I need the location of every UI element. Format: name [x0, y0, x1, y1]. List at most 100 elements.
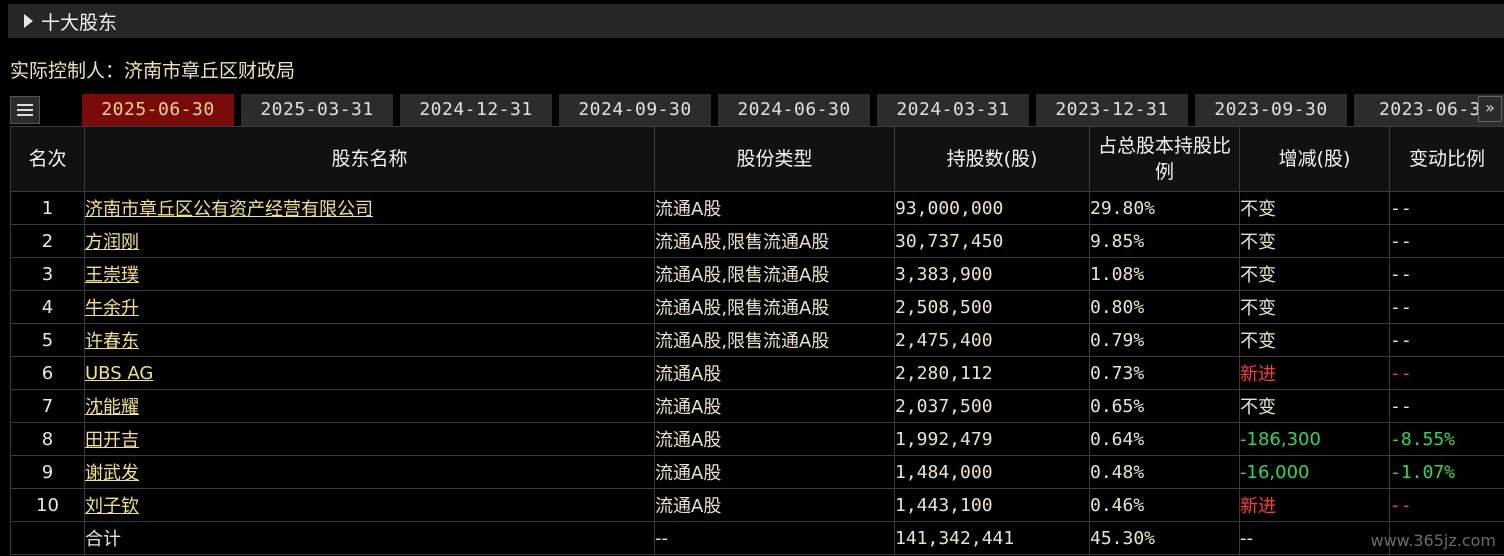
collapse-triangle-icon[interactable] [24, 14, 33, 28]
shareholder-link[interactable]: 许春东 [86, 331, 140, 352]
change-cell: -16,000 [1239, 455, 1390, 489]
share-type-cell: 流通A股,限售流通A股 [654, 323, 895, 357]
rank-cell: 7 [10, 389, 85, 423]
shareholder-link[interactable]: 沈能耀 [86, 397, 140, 418]
rank-cell [10, 521, 85, 555]
shares-held-cell: 2,280,112 [894, 356, 1090, 390]
rank-cell: 1 [10, 191, 85, 225]
top-ten-shareholders-table: 名次 股东名称 股份类型 持股数(股) 占总股本持股比例 增减(股) 变动比例 … [10, 126, 1504, 555]
percentage-cell: 9.85% [1089, 224, 1240, 258]
total-row: 合计 -- 141,342,441 45.30% -- [10, 521, 1504, 555]
shareholder-name-cell: 谢武发 [84, 455, 655, 489]
shareholder-link[interactable]: 济南市章丘区公有资产经营有限公司 [86, 199, 374, 220]
rank-cell: 2 [10, 224, 85, 258]
table-row: 1 济南市章丘区公有资产经营有限公司 流通A股 93,000,000 29.80% 不变 -… [10, 191, 1504, 225]
list-menu-icon[interactable] [10, 96, 40, 124]
change-ratio-cell: -- [1389, 389, 1504, 423]
date-tab[interactable]: 2024-12-31 [400, 94, 552, 126]
date-tab[interactable]: 2023-09-30 [1195, 94, 1347, 126]
shareholder-link[interactable]: 牛余升 [86, 298, 140, 319]
percentage-cell: 0.65% [1089, 389, 1240, 423]
date-tab[interactable]: 2024-09-30 [559, 94, 711, 126]
percentage-cell: 0.79% [1089, 323, 1240, 357]
shareholder-name-cell: UBS AG [84, 356, 655, 390]
header-percentage[interactable]: 占总股本持股比例 [1089, 126, 1240, 192]
table-row: 8 田开吉 流通A股 1,992,479 0.64% -186,300 -8.55% [10, 422, 1504, 456]
shares-held-cell: 2,508,500 [894, 290, 1090, 324]
percentage-cell: 29.80% [1089, 191, 1240, 225]
change-ratio-cell: -- [1389, 290, 1504, 324]
shares-held-cell: 3,383,900 [894, 257, 1090, 291]
table-row: 4 牛余升 流通A股,限售流通A股 2,508,500 0.80% 不变 -- [10, 290, 1504, 324]
total-type-cell: -- [654, 521, 895, 555]
table-row: 2 方润刚 流通A股,限售流通A股 30,737,450 9.85% 不变 -- [10, 224, 1504, 258]
total-change-cell: -- [1239, 521, 1390, 555]
percentage-cell: 0.73% [1089, 356, 1240, 390]
percentage-cell: 1.08% [1089, 257, 1240, 291]
date-tab[interactable]: 2025-03-31 [241, 94, 393, 126]
shares-held-cell: 2,037,500 [894, 389, 1090, 423]
shares-held-cell: 30,737,450 [894, 224, 1090, 258]
table-row: 9 谢武发 流通A股 1,484,000 0.48% -16,000 -1.07% [10, 455, 1504, 489]
share-type-cell: 流通A股,限售流通A股 [654, 290, 895, 324]
share-type-cell: 流通A股,限售流通A股 [654, 257, 895, 291]
header-change[interactable]: 增减(股) [1239, 126, 1390, 192]
rank-cell: 6 [10, 356, 85, 390]
share-type-cell: 流通A股 [654, 488, 895, 522]
change-cell: 新进 [1239, 356, 1390, 390]
shareholder-link[interactable]: 方润刚 [86, 232, 140, 253]
shareholder-name-cell: 济南市章丘区公有资产经营有限公司 [84, 191, 655, 225]
shareholder-link[interactable]: 谢武发 [86, 463, 140, 484]
percentage-cell: 0.48% [1089, 455, 1240, 489]
section-header[interactable]: 十大股东 [8, 4, 1504, 38]
change-ratio-cell: -- [1389, 323, 1504, 357]
rank-cell: 9 [10, 455, 85, 489]
change-ratio-cell: -1.07% [1389, 455, 1504, 489]
date-tab[interactable]: 2024-03-31 [877, 94, 1029, 126]
change-cell: 不变 [1239, 191, 1390, 225]
header-shareholder-name[interactable]: 股东名称 [84, 126, 655, 192]
shares-held-cell: 93,000,000 [894, 191, 1090, 225]
shareholder-link[interactable]: 刘子钦 [86, 496, 140, 517]
table-row: 10 刘子钦 流通A股 1,443,100 0.46% 新进 -- [10, 488, 1504, 522]
date-tab-bar: 2025-06-30 2025-03-31 2024-12-31 2024-09-30… [10, 94, 1504, 126]
change-ratio-cell: -8.55% [1389, 422, 1504, 456]
header-rank[interactable]: 名次 [10, 126, 85, 192]
shareholder-link[interactable]: UBS AG [86, 363, 154, 384]
change-cell: 不变 [1239, 389, 1390, 423]
shareholder-name-cell: 牛余升 [84, 290, 655, 324]
change-cell: 不变 [1239, 290, 1390, 324]
change-cell: 新进 [1239, 488, 1390, 522]
header-change-ratio[interactable]: 变动比例 [1389, 126, 1504, 192]
shareholder-name-cell: 田开吉 [84, 422, 655, 456]
change-cell: -186,300 [1239, 422, 1390, 456]
shareholder-link[interactable]: 王崇璞 [86, 265, 140, 286]
total-percentage-cell: 45.30% [1089, 521, 1240, 555]
share-type-cell: 流通A股,限售流通A股 [654, 224, 895, 258]
shareholder-name-cell: 王崇璞 [84, 257, 655, 291]
shares-held-cell: 1,484,000 [894, 455, 1090, 489]
date-tab[interactable]: 2025-06-30 [82, 94, 234, 126]
header-shares-held[interactable]: 持股数(股) [894, 126, 1090, 192]
shareholder-name-cell: 许春东 [84, 323, 655, 357]
table-row: 5 许春东 流通A股,限售流通A股 2,475,400 0.79% 不变 -- [10, 323, 1504, 357]
table-row: 3 王崇璞 流通A股,限售流通A股 3,383,900 1.08% 不变 -- [10, 257, 1504, 291]
share-type-cell: 流通A股 [654, 455, 895, 489]
header-share-type[interactable]: 股份类型 [654, 126, 895, 192]
next-tabs-icon[interactable]: » [1478, 96, 1502, 122]
total-label-cell: 合计 [84, 521, 655, 555]
rank-cell: 8 [10, 422, 85, 456]
total-shares-cell: 141,342,441 [894, 521, 1090, 555]
percentage-cell: 0.46% [1089, 488, 1240, 522]
table-row: 6 UBS AG 流通A股 2,280,112 0.73% 新进 -- [10, 356, 1504, 390]
shareholder-link[interactable]: 田开吉 [86, 430, 140, 451]
shareholder-name-cell: 方润刚 [84, 224, 655, 258]
change-ratio-cell: -- [1389, 191, 1504, 225]
change-ratio-cell: -- [1389, 488, 1504, 522]
change-ratio-cell: -- [1389, 356, 1504, 390]
actual-controller-text: 实际控制人：济南市章丘区财政局 [10, 60, 296, 82]
date-tab[interactable]: 2023-12-31 [1036, 94, 1188, 126]
share-type-cell: 流通A股 [654, 422, 895, 456]
share-type-cell: 流通A股 [654, 191, 895, 225]
date-tab[interactable]: 2024-06-30 [718, 94, 870, 126]
